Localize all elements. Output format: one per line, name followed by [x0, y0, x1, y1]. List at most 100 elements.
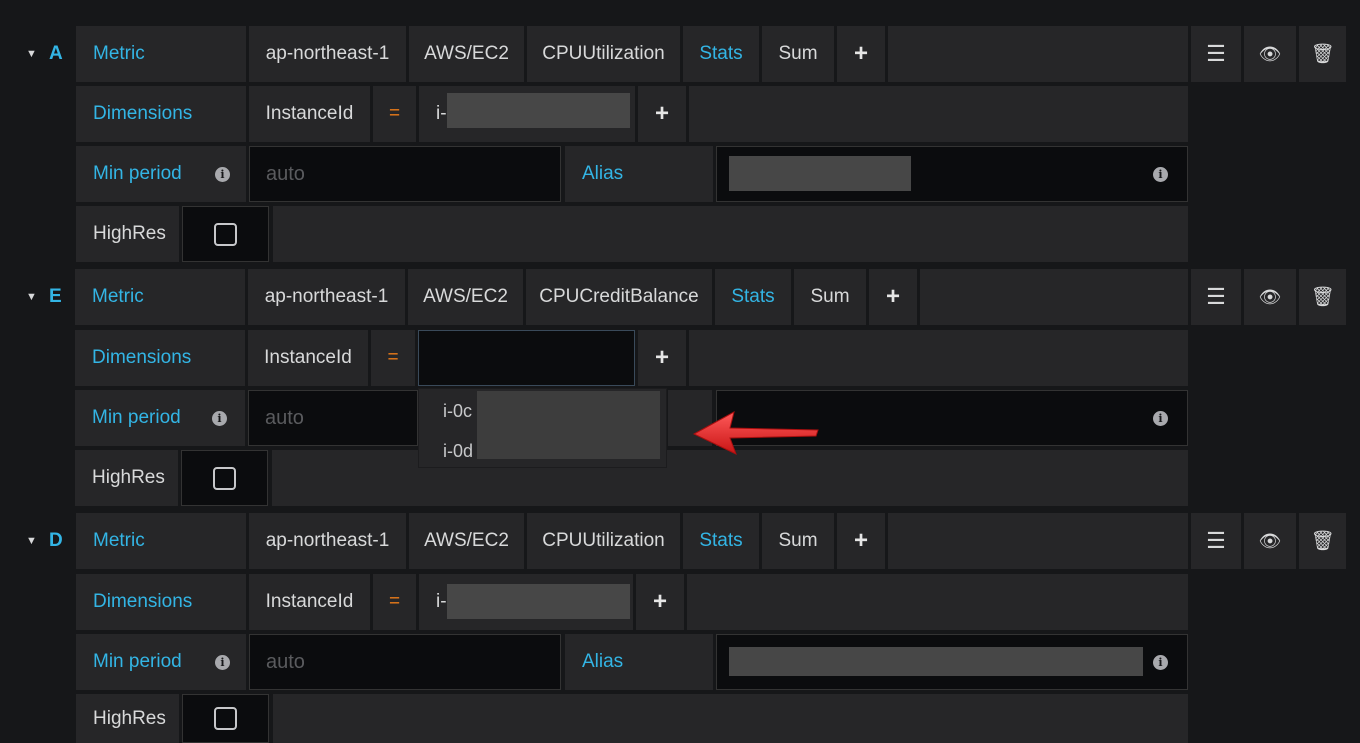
- region-select[interactable]: ap-northeast-1: [248, 269, 405, 325]
- query-letter: A: [49, 43, 63, 64]
- dimensions-label: Dimensions: [75, 330, 245, 386]
- row-filler: [888, 26, 1188, 82]
- namespace-select[interactable]: AWS/EC2: [409, 26, 524, 82]
- highres-checkbox-wrap: [182, 694, 269, 743]
- stat-select[interactable]: Sum: [762, 513, 834, 569]
- stat-select[interactable]: Sum: [794, 269, 866, 325]
- toggle-visibility-button[interactable]: 👁: [1244, 513, 1296, 569]
- delete-button[interactable]: 🗑: [1299, 269, 1346, 325]
- menu-button[interactable]: ☰: [1191, 26, 1241, 82]
- dimension-value[interactable]: i-: [419, 574, 633, 630]
- trash-icon: 🗑: [1310, 287, 1335, 308]
- metric-name-select[interactable]: CPUUtilization: [527, 513, 680, 569]
- operator: =: [373, 86, 416, 142]
- plus-icon: +: [853, 40, 868, 67]
- min-period-label: Min period i: [76, 146, 246, 202]
- highres-label: HighRes: [75, 450, 178, 506]
- redacted-block: [477, 391, 660, 459]
- add-stat-button[interactable]: +: [837, 26, 885, 82]
- namespace-select[interactable]: AWS/EC2: [409, 513, 524, 569]
- add-stat-button[interactable]: +: [869, 269, 917, 325]
- plus-icon: +: [654, 100, 669, 127]
- alias-label: Alias: [565, 146, 713, 202]
- dimension-value[interactable]: i-: [419, 86, 635, 142]
- highres-checkbox[interactable]: [214, 222, 237, 246]
- highres-checkbox[interactable]: [213, 466, 236, 490]
- dimension-value-dropdown: i-0c i-0d: [418, 388, 667, 468]
- row-filler: [273, 694, 1188, 743]
- info-icon[interactable]: i: [215, 166, 230, 182]
- highres-checkbox[interactable]: [214, 707, 237, 730]
- info-icon[interactable]: i: [212, 410, 227, 426]
- redacted-block: [447, 584, 630, 619]
- dimension-key[interactable]: InstanceId: [248, 330, 368, 386]
- min-period-text: Min period: [93, 163, 182, 184]
- dimension-value-text: i-: [436, 103, 447, 124]
- metric-label: Metric: [76, 26, 246, 82]
- metric-label: Metric: [76, 513, 246, 569]
- trash-icon: 🗑: [1310, 44, 1335, 65]
- dimension-value-input[interactable]: [418, 330, 635, 386]
- info-icon[interactable]: i: [1153, 655, 1168, 670]
- info-icon[interactable]: i: [215, 654, 230, 670]
- metric-name-select[interactable]: CPUUtilization: [527, 26, 680, 82]
- plus-icon: +: [652, 588, 667, 615]
- stats-label: Stats: [715, 269, 791, 325]
- eye-icon: 👁: [1258, 530, 1282, 551]
- collapse-toggle-a[interactable]: ▼ A: [11, 26, 75, 82]
- min-period-input[interactable]: auto: [248, 390, 418, 446]
- dimension-key[interactable]: InstanceId: [249, 86, 370, 142]
- plus-icon: +: [885, 283, 900, 310]
- region-select[interactable]: ap-northeast-1: [249, 513, 406, 569]
- eye-icon: 👁: [1258, 43, 1282, 64]
- row-filler: [920, 269, 1188, 325]
- redacted-block: [729, 647, 1143, 676]
- min-period-input[interactable]: auto: [249, 146, 561, 202]
- caret-down-icon: ▼: [26, 48, 37, 60]
- dimensions-label: Dimensions: [76, 574, 246, 630]
- collapse-toggle-e[interactable]: ▼ E: [11, 269, 75, 325]
- row-filler: [273, 206, 1188, 262]
- hamburger-icon: ☰: [1206, 284, 1226, 309]
- min-period-input[interactable]: auto: [249, 634, 561, 690]
- trash-icon: 🗑: [1310, 531, 1335, 552]
- delete-button[interactable]: 🗑: [1299, 513, 1346, 569]
- toggle-visibility-button[interactable]: 👁: [1244, 26, 1296, 82]
- caret-down-icon: ▼: [26, 291, 37, 303]
- highres-label: HighRes: [76, 206, 179, 262]
- operator: =: [373, 574, 416, 630]
- hamburger-icon: ☰: [1206, 41, 1226, 66]
- namespace-select[interactable]: AWS/EC2: [408, 269, 523, 325]
- min-period-label: Min period i: [76, 634, 246, 690]
- row-filler: [689, 330, 1188, 386]
- min-period-text: Min period: [92, 407, 181, 428]
- stats-label: Stats: [683, 26, 759, 82]
- row-filler: [888, 513, 1188, 569]
- add-stat-button[interactable]: +: [837, 513, 885, 569]
- toggle-visibility-button[interactable]: 👁: [1244, 269, 1296, 325]
- dropdown-option[interactable]: i-0d: [443, 441, 473, 462]
- plus-icon: +: [654, 344, 669, 371]
- delete-button[interactable]: 🗑: [1299, 26, 1346, 82]
- menu-button[interactable]: ☰: [1191, 513, 1241, 569]
- metric-label: Metric: [75, 269, 245, 325]
- metric-name-select[interactable]: CPUCreditBalance: [526, 269, 712, 325]
- add-dimension-button[interactable]: +: [636, 574, 684, 630]
- dimensions-label: Dimensions: [76, 86, 246, 142]
- info-icon[interactable]: i: [1153, 167, 1168, 182]
- red-arrow: [692, 411, 819, 455]
- add-dimension-button[interactable]: +: [638, 86, 686, 142]
- dropdown-option[interactable]: i-0c: [443, 401, 472, 422]
- menu-button[interactable]: ☰: [1191, 269, 1241, 325]
- stat-select[interactable]: Sum: [762, 26, 834, 82]
- collapse-toggle-d[interactable]: ▼ D: [11, 513, 75, 569]
- alias-input[interactable]: i: [716, 634, 1188, 690]
- dimension-key[interactable]: InstanceId: [249, 574, 370, 630]
- min-period-label: Min period i: [75, 390, 245, 446]
- add-dimension-button[interactable]: +: [638, 330, 686, 386]
- info-icon[interactable]: i: [1153, 411, 1168, 426]
- region-select[interactable]: ap-northeast-1: [249, 26, 406, 82]
- caret-down-icon: ▼: [26, 535, 37, 547]
- min-period-text: Min period: [93, 651, 182, 672]
- alias-input[interactable]: i: [716, 146, 1188, 202]
